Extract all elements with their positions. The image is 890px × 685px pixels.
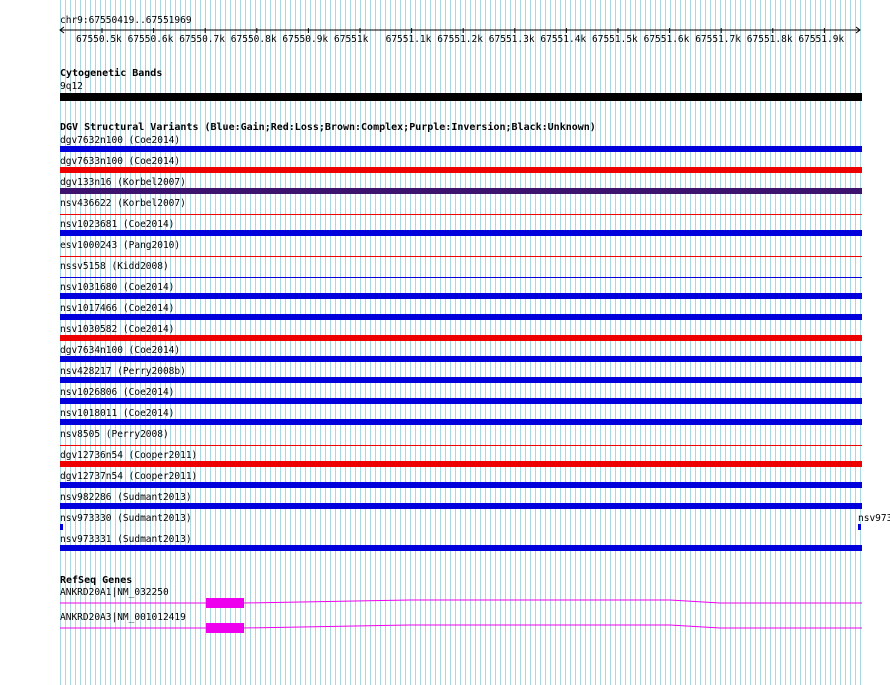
dgv-variant-label[interactable]: nsv1018011 (Coe2014) xyxy=(60,408,174,419)
cytoband-label: 9q12 xyxy=(60,81,83,92)
dgv-variant-bar[interactable] xyxy=(60,545,862,551)
dgv-variant-bar[interactable] xyxy=(60,167,862,173)
dgv-variant-label[interactable]: esv1000243 (Pang2010) xyxy=(60,240,180,251)
dgv-variant-label[interactable]: nsv982286 (Sudmant2013) xyxy=(60,492,192,503)
dgv-variant-bar[interactable] xyxy=(60,503,862,509)
gene-label-ankrd20a1[interactable]: ANKRD20A1|NM_032250 xyxy=(60,587,169,598)
dgv-variant-bar[interactable] xyxy=(60,419,862,425)
dgv-variant-bar[interactable] xyxy=(60,461,862,467)
dgv-variant-bar[interactable] xyxy=(60,188,862,194)
dgv-variant-bar[interactable] xyxy=(858,524,861,530)
cytoband-track-title: Cytogenetic Bands xyxy=(60,68,163,79)
dgv-variant-label[interactable]: nsv428217 (Perry2008b) xyxy=(60,366,186,377)
background-grid xyxy=(60,0,862,685)
dgv-variant-bar[interactable] xyxy=(60,146,862,152)
dgv-variant-bar[interactable] xyxy=(60,214,862,215)
ruler-tick-label: 67551.7k xyxy=(695,34,741,45)
dgv-variant-bar[interactable] xyxy=(60,293,862,299)
dgv-variant-bar[interactable] xyxy=(60,482,862,488)
ruler-tick-label: 67551.6k xyxy=(643,34,690,45)
dgv-variant-label[interactable]: dgv7632n100 (Coe2014) xyxy=(60,135,180,146)
dgv-variant-label[interactable]: nsv973331 (Sudmant2013) xyxy=(60,534,192,545)
ruler-tick-label: 67551.2k xyxy=(437,34,483,45)
dgv-variant-bar[interactable] xyxy=(60,445,862,446)
ruler-tick-label: 67551.9k xyxy=(798,34,845,45)
dgv-variant-bar[interactable] xyxy=(60,398,862,404)
ruler-tick-label: 67550.6k xyxy=(127,34,174,45)
dgv-variant-label[interactable]: nsv973330 (Sudmant2013) xyxy=(60,513,192,524)
ruler-tick-label: 67550.7k xyxy=(179,34,225,45)
dgv-variant-bar[interactable] xyxy=(60,377,862,383)
gene-ankrd20a1[interactable] xyxy=(60,595,862,611)
dgv-variant-label[interactable]: nsv1017466 (Coe2014) xyxy=(60,303,174,314)
cytoband-bar[interactable] xyxy=(60,93,862,101)
dgv-variant-label[interactable]: dgv7633n100 (Coe2014) xyxy=(60,156,180,167)
refseq-track-title: RefSeq Genes xyxy=(60,575,133,586)
dgv-variant-bar[interactable] xyxy=(60,524,63,530)
dgv-variant-bar[interactable] xyxy=(60,256,862,257)
dgv-variant-label[interactable]: nsv8505 (Perry2008) xyxy=(60,429,169,440)
dgv-variant-label[interactable]: dgv7634n100 (Coe2014) xyxy=(60,345,180,356)
dgv-track-title: DGV Structural Variants (Blue:Gain;Red:L… xyxy=(60,122,596,133)
ruler-tick-label: 67551.5k xyxy=(592,34,638,45)
ruler-tick-label: 67550.8k xyxy=(230,34,277,45)
dgv-variant-bar[interactable] xyxy=(60,314,862,320)
dgv-variant-bar[interactable] xyxy=(60,230,862,236)
ruler-tick-label: 67551.3k xyxy=(488,34,535,45)
dgv-variant-label[interactable]: nsv1026806 (Coe2014) xyxy=(60,387,174,398)
dgv-variant-label[interactable]: nsv1031680 (Coe2014) xyxy=(60,282,174,293)
ruler-tick-label: 67551k xyxy=(334,34,369,45)
dgv-variant-label[interactable]: nsv1030582 (Coe2014) xyxy=(60,324,174,335)
dgv-variant-label[interactable]: dgv12736n54 (Cooper2011) xyxy=(60,450,197,461)
ruler-tick-label: 67551.8k xyxy=(746,34,793,45)
dgv-variant-label[interactable]: dgv12737n54 (Cooper2011) xyxy=(60,471,197,482)
ruler-tick-label: 67551.4k xyxy=(540,34,587,45)
dgv-variant-label[interactable]: nssv5158 (Kidd2008) xyxy=(60,261,169,272)
dgv-variant-label[interactable]: dgv133n16 (Korbel2007) xyxy=(60,177,186,188)
dgv-variant-bar[interactable] xyxy=(60,277,862,278)
ruler-position: chr9:67550419..67551969 xyxy=(60,15,192,26)
dgv-variant-label[interactable]: nsv1023681 (Coe2014) xyxy=(60,219,174,230)
dgv-variant-label[interactable]: nsv436622 (Korbel2007) xyxy=(60,198,186,209)
dgv-variant-bar[interactable] xyxy=(60,335,862,341)
dgv-variant-label-right[interactable]: nsv973 xyxy=(858,513,890,524)
ruler-tick-label: 67550.9k xyxy=(282,34,329,45)
ruler-tick-label: 67551.1k xyxy=(385,34,432,45)
dgv-variant-bar[interactable] xyxy=(60,356,862,362)
ruler-tick-label: 67550.5k xyxy=(76,34,122,45)
gene-label-ankrd20a3[interactable]: ANKRD20A3|NM_001012419 xyxy=(60,612,186,623)
